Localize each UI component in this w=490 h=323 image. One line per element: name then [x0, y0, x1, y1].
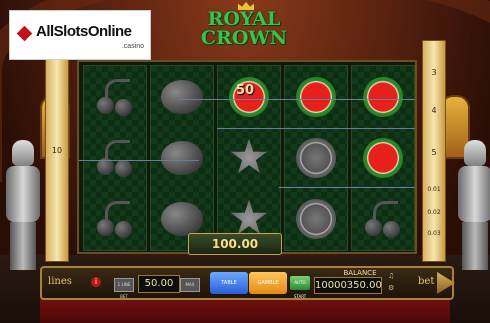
reel-3: 50: [217, 65, 281, 251]
payline: [79, 160, 199, 161]
lemon-icon: [161, 140, 203, 175]
line-bet-small-1: 0.01: [427, 186, 441, 193]
line-number-3[interactable]: 3: [423, 68, 445, 77]
watermelon-icon: [363, 76, 403, 117]
left-line-indicator: 10: [45, 40, 69, 262]
reel-4: [284, 65, 348, 251]
watermelon-icon: [363, 137, 403, 178]
win-amount-display: 100.00: [188, 233, 282, 255]
reel-1: [83, 65, 147, 251]
balance-label: BALANCE: [343, 269, 377, 277]
left-knight-figure: [0, 140, 46, 270]
allslotsonline-logo: AllSlotsOnline .casino: [9, 10, 151, 60]
game-title-line2: CROWN: [200, 27, 288, 49]
bet-max-button[interactable]: MAX: [180, 278, 200, 292]
watermelon-gray-icon: [296, 198, 336, 239]
payline: [279, 187, 415, 188]
table-button[interactable]: TABLE: [210, 272, 248, 294]
reel-cell: [352, 66, 414, 127]
watermelon-icon: [296, 76, 336, 117]
payline: [179, 99, 415, 100]
lemon-icon: [161, 79, 203, 114]
control-panel: lines i 1 LINE BET 50.00 MAX TABLE GAMBL…: [40, 266, 455, 300]
sound-icon[interactable]: ♫: [388, 272, 394, 280]
reel-cell: [151, 66, 213, 127]
star-icon: [230, 138, 268, 174]
reel-cell: [84, 127, 146, 188]
lemon-icon: [161, 201, 203, 236]
line-bet-small-3: 0.03: [427, 230, 441, 237]
payline: [217, 128, 415, 129]
reel-2: [150, 65, 214, 251]
line-number-5[interactable]: 5: [423, 148, 445, 157]
cherry-icon: [363, 199, 403, 239]
reel-cell: [218, 127, 280, 188]
line-number-4[interactable]: 4: [423, 106, 445, 115]
balance-value: 10000350.00: [314, 277, 382, 294]
reel-5: [351, 65, 415, 251]
spin-button[interactable]: [437, 272, 455, 294]
cherry-icon: [95, 138, 135, 178]
reel-cell: [84, 66, 146, 127]
line-number-10[interactable]: 10: [46, 146, 68, 155]
star-icon: [230, 199, 268, 235]
bet-minus-button[interactable]: 1 LINE BET: [114, 278, 134, 299]
bet-label[interactable]: bet: [418, 276, 434, 287]
reel-cell: [285, 127, 347, 188]
reel-cell: [352, 188, 414, 249]
reel-cell: [84, 188, 146, 249]
bet-value: 50.00: [138, 275, 180, 293]
lines-label[interactable]: lines: [48, 276, 72, 287]
reel-cell: 50: [218, 66, 280, 127]
cherry-icon: [95, 77, 135, 117]
reel-cell: [285, 188, 347, 249]
reel-cell: [151, 127, 213, 188]
reel-cell: [352, 127, 414, 188]
game-title: ROYAL CROWN: [184, 10, 304, 48]
reels-area: 50: [77, 60, 417, 254]
right-line-indicator: 3 4 5 0.01 0.02 0.03: [422, 40, 446, 262]
logo-diamond-icon: [16, 25, 33, 42]
info-button[interactable]: i: [91, 277, 101, 287]
win-value-overlay: 50: [236, 83, 255, 98]
reel-cell: [285, 66, 347, 127]
gamble-button[interactable]: GAMBLE: [249, 272, 287, 294]
logo-subtext: .casino: [121, 43, 144, 50]
line-bet-small-2: 0.02: [427, 209, 441, 216]
settings-icon[interactable]: ⚙: [388, 284, 394, 292]
auto-start-button[interactable]: AUTO START: [290, 276, 310, 299]
cherry-icon: [95, 199, 135, 239]
watermelon-gray-icon: [296, 137, 336, 178]
right-knight-figure: [452, 140, 490, 270]
logo-text: AllSlotsOnline: [36, 23, 132, 40]
